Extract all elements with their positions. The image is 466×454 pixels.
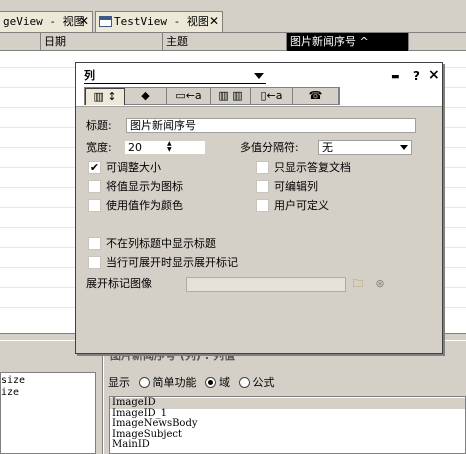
checkbox-box[interactable]	[256, 199, 269, 212]
view-icon	[99, 16, 112, 27]
separator-value: 无	[322, 141, 333, 154]
checkbox-resizable[interactable]: ✔ 可调整大小	[88, 160, 161, 175]
close-icon[interactable]: ×	[428, 67, 440, 83]
checkbox-show-responses-only[interactable]: 只显示答复文档	[256, 160, 351, 175]
checkbox-hide-title-in-header[interactable]: 不在列标题中显示标题	[88, 236, 216, 251]
column-header-empty[interactable]	[408, 33, 466, 51]
close-icon[interactable]: ✕	[79, 12, 89, 31]
view-column-header: 日期 主题 图片新闻序号 ^	[0, 33, 466, 51]
checkbox-box[interactable]	[88, 256, 101, 269]
document-tab-strip: geView - 视图 ✕ TestView - 视图 ✕	[0, 0, 466, 33]
twistie-image-input[interactable]	[186, 277, 346, 292]
field-item[interactable]: ImageSubject	[110, 429, 465, 441]
close-icon[interactable]: ✕	[209, 12, 219, 31]
tab-testview[interactable]: TestView - 视图 ✕	[95, 11, 223, 32]
tab-label: geView - 视图	[3, 15, 85, 28]
checkbox-box[interactable]	[88, 237, 101, 250]
folder-icon[interactable]: 🗀	[349, 277, 367, 292]
clear-image-icon[interactable]: ⊛	[372, 277, 388, 292]
pin-icon[interactable]: ▬	[391, 72, 400, 82]
chevron-down-icon	[400, 145, 408, 150]
separator-label: 多值分隔符:	[240, 141, 299, 154]
column-header-image-news-number[interactable]: 图片新闻序号 ^	[286, 33, 408, 51]
tab-number-format[interactable]: ▥ ▥	[211, 88, 251, 105]
object-type-value: 列	[84, 69, 95, 82]
tab-geview[interactable]: geView - 视图 ✕	[0, 11, 93, 32]
checkbox-label: 只显示答复文档	[274, 161, 351, 174]
chevron-down-icon	[254, 73, 264, 79]
checkbox-use-value-as-color[interactable]: 使用值作为颜色	[88, 198, 183, 213]
checkbox-box[interactable]	[256, 161, 269, 174]
tab-advanced[interactable]: ☎	[293, 88, 339, 105]
list-item[interactable]: size	[1, 375, 95, 387]
tab-label: TestView - 视图	[114, 15, 209, 28]
radio-formula[interactable]	[238, 377, 250, 388]
checkbox-box[interactable]: ✔	[88, 161, 101, 174]
checkbox-box[interactable]	[88, 180, 101, 193]
display-label: 显示	[108, 376, 130, 389]
column-properties-dialog: 列 ▬ ? × ▥ ↕ ◆ ▭←a ▥ ▥ ▯←a ☎ 标题: 图片新闻序号 宽…	[75, 62, 443, 354]
checkbox-label: 可编辑列	[274, 180, 318, 193]
dialog-header: 列 ▬ ? × ▥ ↕ ◆ ▭←a ▥ ▥ ▯←a ☎	[76, 63, 442, 107]
radio-formula-label: 公式	[252, 376, 275, 389]
radio-simple-function[interactable]	[138, 377, 150, 388]
checkbox-label: 不在列标题中显示标题	[106, 237, 216, 250]
column-header-subject[interactable]: 主题	[162, 33, 286, 51]
column-title-input[interactable]: 图片新闻序号	[126, 118, 416, 133]
field-item[interactable]: ImageNewsBody	[110, 418, 465, 430]
twistie-image-label: 展开标记图像	[86, 277, 152, 290]
programmer-pane: 图片新闻序号 (列) : 列值 显示 简单功能 域 公式 ImageID Ima…	[104, 341, 466, 454]
display-mode-row: 显示 简单功能 域 公式	[108, 374, 466, 392]
checkbox-show-twistie[interactable]: 当行可展开时显示展开标记	[88, 255, 238, 270]
properties-tab-bar: ▥ ↕ ◆ ▭←a ▥ ▥ ▯←a ☎	[84, 87, 340, 105]
checkbox-user-definable[interactable]: 用户可定义	[256, 198, 329, 213]
separator-dropdown[interactable]: 无	[318, 140, 412, 155]
checkbox-show-values-as-icons[interactable]: 将值显示为图标	[88, 179, 183, 194]
help-icon[interactable]: ?	[413, 69, 420, 83]
checkbox-label: 当行可展开时显示展开标记	[106, 256, 238, 269]
checkbox-label: 将值显示为图标	[106, 180, 183, 193]
checkbox-label: 使用值作为颜色	[106, 199, 183, 212]
field-item[interactable]: MainID	[110, 439, 465, 451]
width-stepper[interactable]: 20 ▲ ▼	[124, 140, 206, 155]
checkbox-box[interactable]	[256, 180, 269, 193]
radio-field-label: 域	[219, 376, 230, 389]
field-list[interactable]: ImageID ImageID_1 ImageNewsBody ImageSub…	[109, 396, 466, 454]
list-item[interactable]: ize	[1, 387, 95, 399]
checkbox-label: 可调整大小	[106, 161, 161, 174]
radio-field[interactable]	[205, 377, 216, 388]
field-item[interactable]: ImageID	[110, 397, 465, 409]
checkbox-editable-column[interactable]: 可编辑列	[256, 179, 318, 194]
checkbox-box[interactable]	[88, 199, 101, 212]
column-header-date[interactable]: 日期	[40, 33, 162, 51]
title-label: 标题:	[86, 119, 112, 132]
tab-title-font[interactable]: ▯←a	[251, 88, 293, 105]
object-type-dropdown[interactable]: 列	[84, 69, 266, 84]
spin-arrows-icon[interactable]: ▲ ▼	[167, 141, 175, 153]
checkbox-label: 用户可定义	[274, 199, 329, 212]
tab-sorting[interactable]: ◆	[125, 88, 167, 105]
width-label: 宽度:	[86, 141, 112, 154]
objects-panel: size ize	[0, 341, 103, 454]
column-header-blank[interactable]	[0, 33, 40, 51]
tab-column-font[interactable]: ▭←a	[167, 88, 211, 105]
width-value: 20	[128, 141, 142, 154]
radio-simple-label: 简单功能	[152, 376, 197, 389]
tab-basics[interactable]: ▥ ↕	[85, 88, 125, 105]
objects-list[interactable]: size ize	[0, 372, 96, 454]
